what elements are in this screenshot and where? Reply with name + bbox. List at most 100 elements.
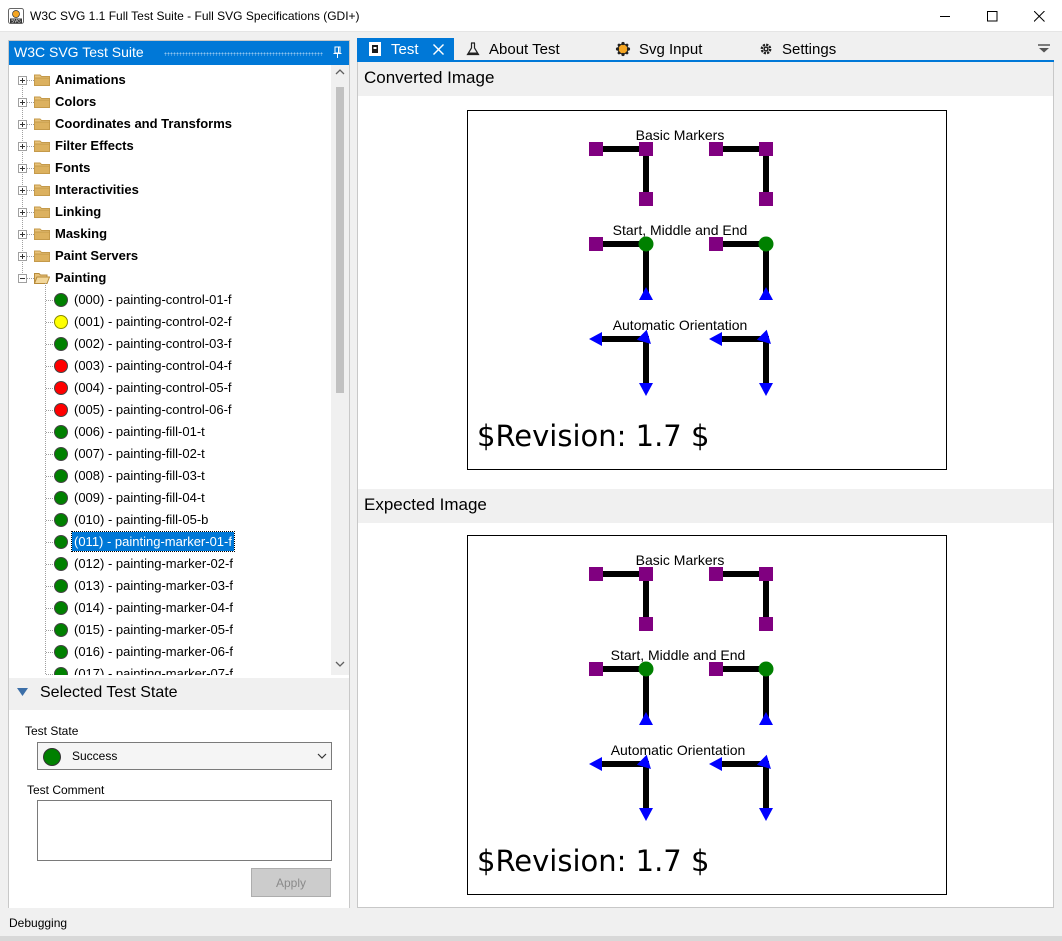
marker-path-line — [716, 761, 769, 814]
success-status-icon — [54, 601, 68, 615]
tree-item[interactable]: (006) - painting-fill-01-t — [9, 421, 331, 443]
expand-icon[interactable] — [18, 142, 27, 151]
folder-icon — [34, 184, 50, 196]
triangle-marker — [589, 332, 602, 346]
success-status-icon — [54, 623, 68, 637]
tree-category-linking[interactable]: Linking — [9, 201, 331, 223]
expand-icon[interactable] — [18, 252, 27, 261]
test-comment-field[interactable] — [37, 800, 332, 861]
tree-category-masking[interactable]: Masking — [9, 223, 331, 245]
triangle-marker — [709, 757, 722, 771]
close-tab-icon[interactable] — [432, 43, 444, 55]
square-marker — [589, 142, 603, 156]
tree-item-label: (017) - painting-marker-07-f — [74, 666, 233, 675]
expand-icon[interactable] — [18, 76, 27, 85]
failure-status-icon — [54, 381, 68, 395]
section-title: Selected Test State — [40, 684, 178, 701]
expand-icon[interactable] — [18, 230, 27, 239]
status-bar: Debugging — [0, 912, 1062, 941]
test-state-value: Success — [72, 749, 118, 763]
tree-item[interactable]: (009) - painting-fill-04-t — [9, 487, 331, 509]
tree-item[interactable]: (004) - painting-control-05-f — [9, 377, 331, 399]
expand-icon[interactable] — [18, 164, 27, 173]
close-button[interactable] — [1016, 0, 1062, 32]
success-status-icon — [54, 557, 68, 571]
expand-icon[interactable] — [18, 98, 27, 107]
expand-icon[interactable] — [18, 120, 27, 129]
maximize-button[interactable] — [969, 0, 1015, 32]
folder-icon — [34, 74, 50, 86]
tab-test[interactable]: Test — [357, 38, 454, 60]
title-bar: SVG W3C SVG 1.1 Full Test Suite - Full S… — [0, 0, 1062, 32]
success-status-icon — [54, 337, 68, 351]
selected-test-state-panel: Test State Success Test Comment Apply — [9, 710, 349, 908]
tree-category-filter-effects[interactable]: Filter Effects — [9, 135, 331, 157]
test-tree[interactable]: Animations Colors Coordinates and Transfor… — [9, 65, 331, 675]
success-status-icon — [54, 293, 68, 307]
expand-icon[interactable] — [18, 186, 27, 195]
converted-heading-automatic-orientation: Automatic Orientation — [613, 317, 748, 333]
tree-item[interactable]: (013) - painting-marker-03-f — [9, 575, 331, 597]
tree-item[interactable]: (005) - painting-control-06-f — [9, 399, 331, 421]
tree-category-interactivities[interactable]: Interactivities — [9, 179, 331, 201]
tree-item[interactable]: (011) - painting-marker-01-f — [9, 531, 331, 553]
app-icon: SVG — [8, 8, 24, 24]
apply-button[interactable]: Apply — [251, 868, 331, 897]
tree-item[interactable]: (007) - painting-fill-02-t — [9, 443, 331, 465]
tree-item[interactable]: (001) - painting-control-02-f — [9, 311, 331, 333]
tree-category-paint-servers[interactable]: Paint Servers — [9, 245, 331, 267]
marker-path-line — [596, 336, 649, 389]
tree-category-label: Animations — [55, 72, 126, 87]
minimize-button[interactable] — [922, 0, 968, 32]
test-view-panel: Converted Image Basic Markers Start, Mid… — [357, 62, 1054, 908]
triangle-marker — [759, 383, 773, 396]
tree-category-painting[interactable]: Painting — [9, 267, 331, 289]
selected-test-state-header[interactable]: Selected Test State — [9, 678, 349, 710]
tree-scrollbar[interactable] — [331, 65, 349, 675]
minimize-icon — [939, 15, 950, 17]
success-status-icon — [54, 447, 68, 461]
success-status-icon — [54, 667, 68, 675]
tab-overflow-icon[interactable] — [1038, 44, 1050, 53]
tree-item[interactable]: (000) - painting-control-01-f — [9, 289, 331, 311]
tab-about-test-label: About Test — [489, 40, 560, 58]
tree-item-label: (008) - painting-fill-03-t — [74, 468, 205, 483]
tree-item[interactable]: (016) - painting-marker-06-f — [9, 641, 331, 663]
scroll-down-icon[interactable] — [335, 661, 345, 667]
tree-item-label: (013) - painting-marker-03-f — [74, 578, 233, 593]
window-title: W3C SVG 1.1 Full Test Suite - Full SVG S… — [30, 9, 360, 23]
pin-icon[interactable] — [331, 45, 345, 59]
tree-category-fonts[interactable]: Fonts — [9, 157, 331, 179]
tree-item[interactable]: (002) - painting-control-03-f — [9, 333, 331, 355]
scrollbar-thumb[interactable] — [336, 87, 344, 393]
success-status-icon — [54, 579, 68, 593]
tree-item[interactable]: (008) - painting-fill-03-t — [9, 465, 331, 487]
tree-item[interactable]: (012) - painting-marker-02-f — [9, 553, 331, 575]
triangle-marker — [639, 808, 653, 821]
collapse-icon[interactable] — [18, 274, 27, 283]
gear-icon — [758, 41, 774, 57]
tree-category-colors[interactable]: Colors — [9, 91, 331, 113]
scroll-up-icon[interactable] — [335, 69, 345, 75]
triangle-marker — [759, 287, 773, 300]
tree-item-label: (007) - painting-fill-02-t — [74, 446, 205, 461]
collapse-triangle-icon[interactable] — [17, 688, 29, 697]
tree-category-animations[interactable]: Animations — [9, 69, 331, 91]
tree-item-label: (014) - painting-marker-04-f — [74, 600, 233, 615]
triangle-marker — [759, 808, 773, 821]
tree-item[interactable]: (010) - painting-fill-05-b — [9, 509, 331, 531]
success-status-icon — [54, 645, 68, 659]
tree-item[interactable]: (015) - painting-marker-05-f — [9, 619, 331, 641]
panel-title: W3C SVG Test Suite — [14, 44, 144, 60]
test-state-select[interactable]: Success — [37, 742, 332, 770]
expand-icon[interactable] — [18, 208, 27, 217]
tree-category-coordinates-and-transforms[interactable]: Coordinates and Transforms — [9, 113, 331, 135]
tree-item[interactable]: (003) - painting-control-04-f — [9, 355, 331, 377]
tree-item[interactable]: (014) - painting-marker-04-f — [9, 597, 331, 619]
tree-item-label-selected: (011) - painting-marker-01-f — [71, 531, 235, 552]
tab-settings[interactable]: Settings — [758, 38, 836, 60]
tree-item[interactable]: (017) - painting-marker-07-f — [9, 663, 331, 675]
tab-svg-input[interactable]: Svg Input — [615, 38, 702, 60]
tab-about-test[interactable]: About Test — [465, 38, 560, 60]
square-marker — [709, 567, 723, 581]
